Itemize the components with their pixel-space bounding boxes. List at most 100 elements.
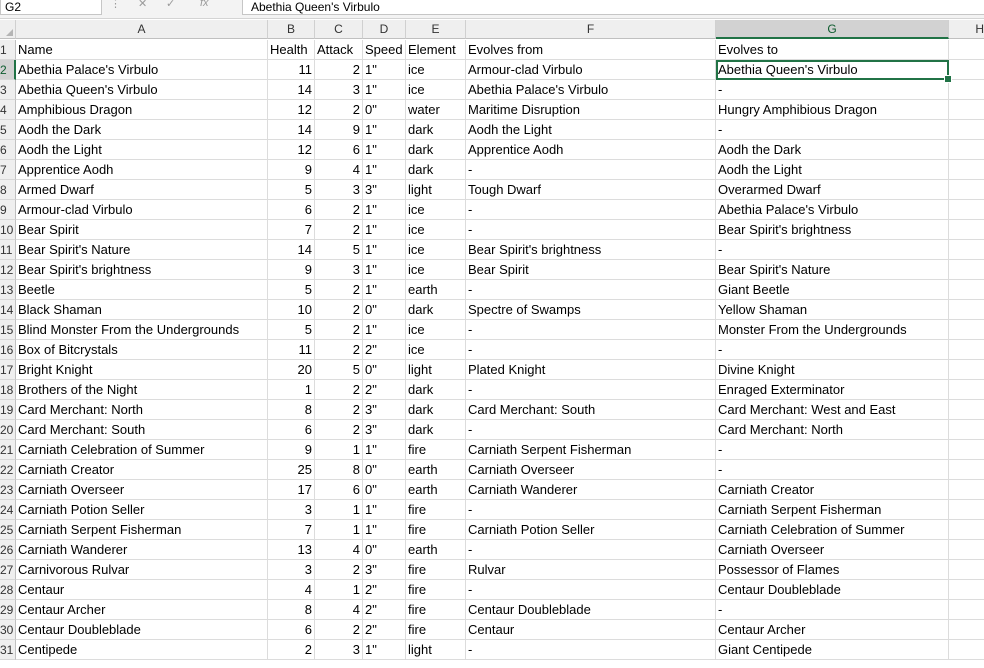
column-header-g[interactable]: G — [716, 20, 949, 39]
cell-g[interactable]: Bear Spirit's brightness — [716, 220, 949, 240]
cell-e[interactable]: ice — [406, 240, 466, 260]
cell-h[interactable] — [949, 40, 984, 60]
cell-d[interactable]: 3" — [363, 400, 406, 420]
row-header[interactable]: 16 — [0, 340, 16, 360]
cell-c[interactable]: 5 — [315, 360, 363, 380]
cell-c[interactable]: 1 — [315, 500, 363, 520]
row-header[interactable]: 15 — [0, 320, 16, 340]
cell-g[interactable]: - — [716, 120, 949, 140]
cell-e[interactable]: fire — [406, 600, 466, 620]
cell-b[interactable]: 12 — [268, 100, 315, 120]
cell-h[interactable] — [949, 200, 984, 220]
cell-h[interactable] — [949, 160, 984, 180]
cell-c[interactable]: 2 — [315, 620, 363, 640]
cell-c[interactable]: 3 — [315, 640, 363, 660]
cell-e[interactable]: dark — [406, 380, 466, 400]
cell-a[interactable]: Carniath Wanderer — [16, 540, 268, 560]
cell-a[interactable]: Carniath Serpent Fisherman — [16, 520, 268, 540]
cell-b[interactable]: 5 — [268, 320, 315, 340]
cell-c[interactable]: 2 — [315, 560, 363, 580]
cell-a[interactable]: Carniath Overseer — [16, 480, 268, 500]
cell-g[interactable]: Centaur Doubleblade — [716, 580, 949, 600]
row-header[interactable]: 27 — [0, 560, 16, 580]
cell-c[interactable]: 9 — [315, 120, 363, 140]
cell-e[interactable]: light — [406, 360, 466, 380]
cell-g[interactable]: Hungry Amphibious Dragon — [716, 100, 949, 120]
cell-b[interactable]: 8 — [268, 600, 315, 620]
cell-f[interactable]: Rulvar — [466, 560, 716, 580]
cell-b[interactable]: 8 — [268, 400, 315, 420]
cell-h[interactable] — [949, 340, 984, 360]
cell-f[interactable]: Card Merchant: South — [466, 400, 716, 420]
row-header[interactable]: 20 — [0, 420, 16, 440]
cell-g[interactable]: Giant Beetle — [716, 280, 949, 300]
cell-e[interactable]: earth — [406, 280, 466, 300]
cell-c[interactable]: 2 — [315, 340, 363, 360]
cell-e[interactable]: ice — [406, 80, 466, 100]
cell-g[interactable]: Carniath Creator — [716, 480, 949, 500]
cell-d[interactable]: 1" — [363, 120, 406, 140]
cell-e[interactable]: Element — [406, 40, 466, 60]
cell-b[interactable]: 7 — [268, 220, 315, 240]
cell-f[interactable]: Bear Spirit's brightness — [466, 240, 716, 260]
cell-a[interactable]: Amphibious Dragon — [16, 100, 268, 120]
cell-d[interactable]: 2" — [363, 600, 406, 620]
cell-e[interactable]: earth — [406, 480, 466, 500]
column-header-h[interactable]: H — [949, 20, 984, 39]
cell-b[interactable]: 20 — [268, 360, 315, 380]
options-dots-icon[interactable]: ⋮ — [110, 0, 121, 10]
column-header-e[interactable]: E — [406, 20, 466, 39]
cell-a[interactable]: Abethia Palace's Virbulo — [16, 60, 268, 80]
row-header[interactable]: 19 — [0, 400, 16, 420]
cell-g[interactable]: Aodh the Dark — [716, 140, 949, 160]
cell-g[interactable]: Carniath Overseer — [716, 540, 949, 560]
cell-a[interactable]: Armour-clad Virbulo — [16, 200, 268, 220]
cell-f[interactable]: Abethia Palace's Virbulo — [466, 80, 716, 100]
cell-a[interactable]: Carniath Potion Seller — [16, 500, 268, 520]
cell-c[interactable]: 2 — [315, 100, 363, 120]
row-header[interactable]: 13 — [0, 280, 16, 300]
cell-b[interactable]: 13 — [268, 540, 315, 560]
cell-a[interactable]: Brothers of the Night — [16, 380, 268, 400]
cell-b[interactable]: 14 — [268, 120, 315, 140]
cell-a[interactable]: Carnivorous Rulvar — [16, 560, 268, 580]
cell-b[interactable]: 2 — [268, 640, 315, 660]
cell-b[interactable]: 10 — [268, 300, 315, 320]
cell-d[interactable]: 1" — [363, 520, 406, 540]
cell-f[interactable]: Centaur Doubleblade — [466, 600, 716, 620]
cell-b[interactable]: 17 — [268, 480, 315, 500]
cell-e[interactable]: fire — [406, 560, 466, 580]
cell-g[interactable]: Abethia Queen's Virbulo — [716, 60, 952, 83]
cell-f[interactable]: - — [466, 500, 716, 520]
cell-c[interactable]: 2 — [315, 300, 363, 320]
cell-d[interactable]: 0" — [363, 480, 406, 500]
cell-c[interactable]: 2 — [315, 60, 363, 80]
cell-e[interactable]: fire — [406, 580, 466, 600]
cell-c[interactable]: 3 — [315, 80, 363, 100]
cell-b[interactable]: 14 — [268, 240, 315, 260]
cell-d[interactable]: 1" — [363, 500, 406, 520]
cell-g[interactable]: Card Merchant: West and East — [716, 400, 949, 420]
cell-c[interactable]: 2 — [315, 380, 363, 400]
formula-input[interactable]: Abethia Queen's Virbulo — [242, 0, 984, 15]
cell-h[interactable] — [949, 220, 984, 240]
name-box[interactable]: G2 — [0, 0, 102, 15]
cell-e[interactable]: fire — [406, 440, 466, 460]
cell-f[interactable]: - — [466, 380, 716, 400]
cell-a[interactable]: Centaur Archer — [16, 600, 268, 620]
cell-e[interactable]: dark — [406, 160, 466, 180]
cell-h[interactable] — [949, 540, 984, 560]
cell-e[interactable]: ice — [406, 200, 466, 220]
cell-h[interactable] — [949, 280, 984, 300]
cell-h[interactable] — [949, 440, 984, 460]
select-all-button[interactable] — [0, 20, 16, 39]
cell-b[interactable]: 9 — [268, 440, 315, 460]
cell-e[interactable]: earth — [406, 460, 466, 480]
cell-g[interactable]: Centaur Archer — [716, 620, 949, 640]
cell-e[interactable]: dark — [406, 140, 466, 160]
cell-c[interactable]: 6 — [315, 140, 363, 160]
row-header[interactable]: 30 — [0, 620, 16, 640]
cell-d[interactable]: 2" — [363, 620, 406, 640]
column-header-f[interactable]: F — [466, 20, 716, 39]
cell-h[interactable] — [949, 640, 984, 660]
